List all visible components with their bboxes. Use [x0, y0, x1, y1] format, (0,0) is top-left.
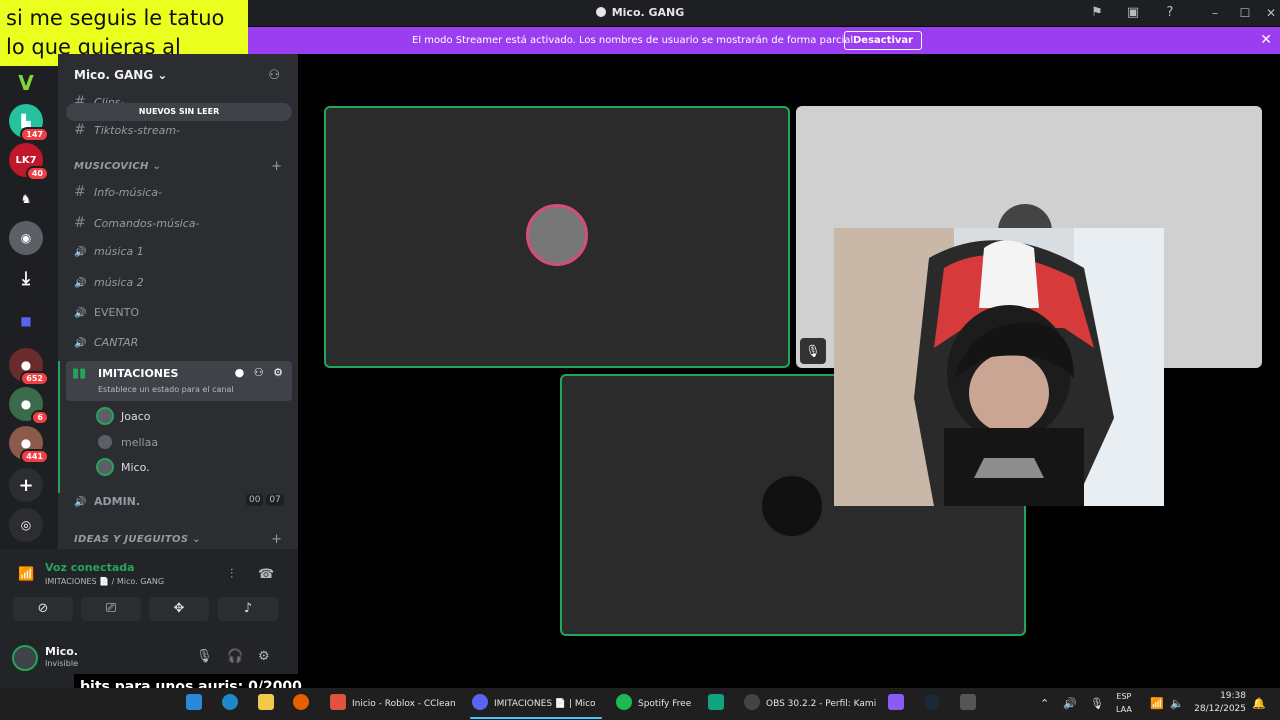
avatar	[96, 458, 114, 476]
maximize-button[interactable]: ☐	[1236, 4, 1254, 22]
user-status: Invisible	[45, 659, 78, 668]
voice-status[interactable]: Voz conectada	[45, 561, 135, 574]
start-button[interactable]	[186, 694, 208, 714]
settings-icon[interactable]: ⚙	[258, 649, 270, 664]
add-channel-icon[interactable]: +	[271, 532, 282, 547]
avatar	[96, 433, 114, 451]
server-name[interactable]: Mico. GANG ⌄	[74, 68, 167, 82]
channel-actions[interactable]: ● ⚇ ⚙	[235, 366, 286, 379]
volume-icon[interactable]: 🔊	[1063, 697, 1077, 710]
voice-channel-path[interactable]: IMITACIONES 📄 / Mico. GANG	[45, 577, 164, 586]
unread-badge: 147	[20, 127, 49, 142]
speaker-icon[interactable]: 🔈	[1170, 697, 1184, 710]
avatar	[762, 476, 822, 536]
unread-pill[interactable]: NUEVOS SIN LEER	[66, 103, 292, 121]
discover-icon[interactable]: ◎	[9, 508, 43, 542]
browser-icon[interactable]	[222, 694, 244, 714]
firefox-icon[interactable]	[293, 694, 315, 714]
app-icon[interactable]	[960, 694, 982, 714]
server-icon-8[interactable]: ● 441	[9, 426, 49, 464]
server-icon-arrow[interactable]: ⤓	[9, 261, 43, 295]
notifications-icon[interactable]: 🔔	[1252, 697, 1266, 710]
category-musicovich[interactable]: MUSICOVICH ⌄	[74, 161, 161, 172]
channel-tiktoks[interactable]: # Tiktoks-stream-	[74, 122, 180, 138]
server-icon-6[interactable]: ● 652	[9, 348, 49, 386]
mic-muted-icon: 🎙	[800, 338, 826, 364]
close-banner-icon[interactable]: ✕	[1260, 32, 1272, 48]
channel-musica-1[interactable]: 🔊 música 1	[74, 245, 144, 258]
minimize-button[interactable]: –	[1206, 4, 1224, 22]
flag-icon[interactable]: ⚑	[1089, 5, 1105, 21]
channel-admin[interactable]: 🔊 ADMIN.	[74, 495, 140, 508]
server-icon-7[interactable]: ● 6	[9, 387, 49, 425]
add-server-icon[interactable]: +	[9, 468, 43, 502]
add-member-icon[interactable]: ⚇	[268, 68, 280, 83]
discord-logo-icon	[595, 7, 606, 17]
server-icon-5[interactable]: ◉	[9, 221, 43, 255]
language-indicator[interactable]: ESP LAA	[1116, 690, 1132, 716]
taskbar-app-spotify[interactable]: Spotify Free	[616, 694, 691, 714]
server-icon-4[interactable]: ♞	[9, 182, 43, 216]
channel-status-hint[interactable]: Establece un estado para el canal	[98, 385, 234, 394]
streamer-message: El modo Streamer está activado. Los nomb…	[412, 35, 857, 46]
deactivate-button[interactable]: Desactivar	[844, 31, 923, 50]
active-channel-name: IMITACIONES	[98, 367, 179, 380]
taskbar-app-ccleaner[interactable]: Inicio - Roblox - CClean	[330, 694, 456, 714]
unread-badge: 441	[20, 449, 49, 464]
participant-tile[interactable]	[324, 106, 790, 368]
help-icon[interactable]: ?	[1162, 5, 1178, 21]
share-screen-button[interactable]: ⎚	[81, 597, 141, 621]
steam-icon[interactable]	[924, 694, 946, 714]
server-icon-2[interactable]: ▙ 147	[9, 104, 49, 142]
signal-icon[interactable]: 📶	[18, 567, 34, 582]
streamer-mode-banner: El modo Streamer está activado. Los nomb…	[248, 27, 1280, 54]
copilot-icon[interactable]	[888, 694, 910, 714]
avatar	[526, 204, 588, 266]
channel-evento[interactable]: 🔊 EVENTO	[74, 306, 139, 319]
disconnect-icon[interactable]: ☎	[258, 567, 274, 582]
unread-badge: 40	[25, 166, 49, 181]
chatgpt-icon[interactable]	[708, 694, 730, 714]
channel-sidebar: Mico. GANG ⌄ ⚇ #Clips- NUEVOS SIN LEER #…	[58, 54, 298, 549]
channel-comandos-musica[interactable]: # Comandos-música-	[74, 215, 199, 231]
channel-cantar[interactable]: 🔊 CANTAR	[74, 336, 138, 349]
taskbar-app-obs[interactable]: OBS 30.2.2 - Perfil: Kami	[744, 694, 876, 714]
microphone-icon[interactable]: 🎙	[196, 649, 213, 664]
voice-activity-icon: ▮▮	[72, 366, 87, 381]
category-ideas[interactable]: IDEAS Y JUEGUITOS ⌄	[74, 534, 201, 545]
active-app-indicator	[470, 717, 602, 719]
channel-musica-2[interactable]: 🔊 música 2	[74, 276, 144, 289]
activities-button[interactable]: ✥	[149, 597, 209, 621]
voice-panel: 📶 Voz conectada IMITACIONES 📄 / Mico. GA…	[0, 549, 298, 688]
taskbar-app-discord[interactable]: IMITACIONES 📄 | Mico	[472, 694, 596, 714]
avatar[interactable]	[12, 645, 38, 671]
webcam-overlay	[834, 228, 1164, 506]
folder-icon[interactable]: ■	[9, 304, 43, 338]
camera-off-button[interactable]: ⊘	[13, 597, 73, 621]
headphones-icon[interactable]: 🎧	[227, 649, 243, 664]
server-icon-v[interactable]: V	[9, 66, 43, 100]
unread-badge: 652	[20, 371, 49, 386]
active-voice-indicator	[58, 361, 60, 493]
channel-imitaciones[interactable]: ▮▮ IMITACIONES Establece un estado para …	[66, 361, 292, 401]
mic-tray-icon[interactable]: 🎙	[1090, 697, 1104, 710]
noise-suppression-icon[interactable]: ⫶	[230, 567, 233, 582]
unread-badge: 6	[31, 410, 49, 425]
user-name: Mico.	[45, 645, 78, 658]
avatar	[96, 407, 114, 425]
close-window-button[interactable]: ✕	[1262, 4, 1280, 22]
server-icon-lk7[interactable]: LK7 40	[9, 143, 49, 181]
screen-share-icon[interactable]: ▣	[1125, 5, 1141, 21]
soundboard-button[interactable]: ♪	[218, 597, 278, 621]
add-channel-icon[interactable]: +	[271, 159, 282, 174]
tray-chevron-icon[interactable]: ⌃	[1040, 697, 1049, 710]
file-explorer-icon[interactable]	[258, 694, 280, 714]
channel-info-musica[interactable]: # Info-música-	[74, 184, 162, 200]
wifi-icon[interactable]: 📶	[1150, 697, 1164, 710]
admin-counts: 00 07	[246, 494, 284, 506]
webcam-image	[834, 228, 1164, 506]
taskbar: Inicio - Roblox - CClean IMITACIONES 📄 |…	[0, 688, 1280, 720]
clock[interactable]: 19:38 28/12/2025	[1194, 690, 1246, 716]
